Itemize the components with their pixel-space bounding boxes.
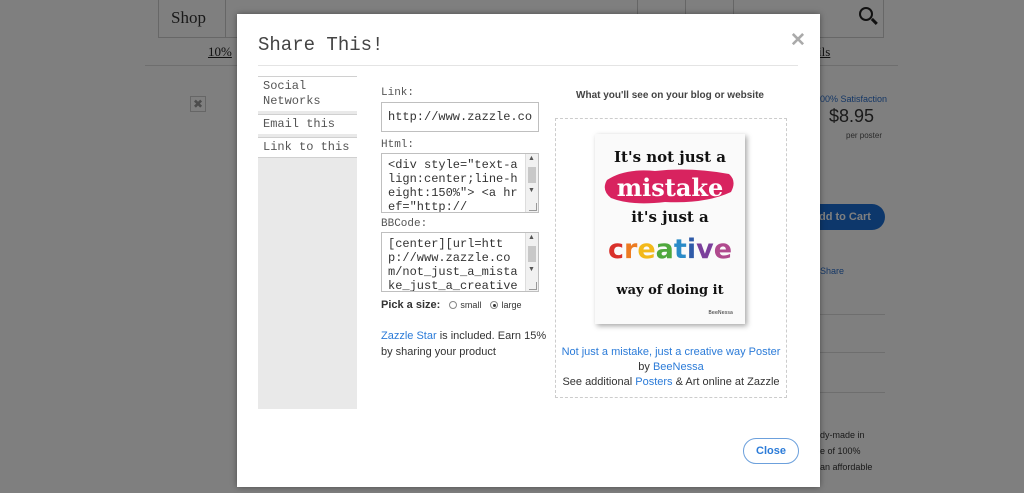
resize-handle-icon[interactable]: [529, 203, 537, 211]
size-small-label[interactable]: small: [460, 300, 481, 310]
html-code-field[interactable]: <div style="text-align:center;line-heigh…: [381, 153, 539, 213]
html-code-text: <div style="text-align:center;line-heigh…: [388, 158, 518, 213]
caption-tail: & Art online at Zazzle: [675, 376, 780, 388]
sidebar-item-link[interactable]: Link to this: [258, 137, 357, 158]
scroll-up-icon[interactable]: ▲: [528, 155, 535, 162]
poster-line-3: it's just a: [631, 208, 709, 226]
poster-signature: BeeNessa: [708, 310, 733, 316]
share-sidebar: Social Networks Email this Link to this: [258, 76, 357, 409]
size-large-label[interactable]: large: [501, 300, 521, 310]
bbcode-text: [center][url=http://www.zazzle.com/not_j…: [388, 237, 518, 292]
product-link[interactable]: Not just a mistake, just a creative way …: [562, 346, 781, 358]
size-label: Pick a size:: [381, 299, 441, 311]
size-large-radio[interactable]: [490, 301, 499, 309]
author-link[interactable]: BeeNessa: [653, 361, 704, 373]
poster-line-1: It's not just a: [614, 148, 726, 166]
preview-caption: Not just a mistake, just a creative way …: [556, 345, 786, 390]
sidebar-item-social-networks[interactable]: Social Networks: [258, 76, 357, 111]
creative-letter: e: [714, 234, 732, 265]
posters-link[interactable]: Posters: [635, 376, 672, 388]
zazzle-star-link[interactable]: Zazzle Star: [381, 330, 437, 342]
bbcode-label: BBCode:: [381, 218, 428, 230]
caption-by: by: [638, 361, 650, 373]
title-divider: [258, 65, 798, 66]
link-label: Link:: [381, 87, 415, 99]
scroll-up-icon[interactable]: ▲: [528, 234, 535, 241]
poster-line-4: creative: [608, 234, 732, 265]
html-label: Html:: [381, 139, 415, 151]
poster-line-5: way of doing it: [615, 283, 723, 298]
link-field[interactable]: [381, 102, 539, 132]
creative-letter: a: [656, 234, 674, 265]
creative-letter: t: [674, 234, 687, 265]
creative-letter: c: [608, 234, 624, 265]
preview-panel: It's not just a mistake it's just a crea…: [555, 118, 787, 398]
bbcode-field[interactable]: [center][url=http://www.zazzle.com/not_j…: [381, 232, 539, 292]
zazzle-star-note: Zazzle Star is included. Earn 15% by sha…: [381, 328, 551, 360]
size-picker: Pick a size: small large: [381, 299, 521, 311]
size-small-radio[interactable]: [449, 301, 458, 309]
scroll-thumb[interactable]: [528, 246, 536, 262]
poster-preview[interactable]: It's not just a mistake it's just a crea…: [563, 125, 777, 340]
close-button[interactable]: Close: [743, 438, 799, 464]
dialog-title: Share This!: [258, 34, 384, 56]
scroll-down-icon[interactable]: ▼: [528, 266, 535, 273]
share-dialog: Share This! ✕ Social Networks Email this…: [237, 14, 820, 487]
creative-letter: r: [624, 234, 638, 265]
poster-line-2: mistake: [617, 173, 724, 202]
creative-letter: i: [687, 234, 696, 265]
scroll-thumb[interactable]: [528, 167, 536, 183]
creative-letter: v: [696, 234, 714, 265]
close-icon[interactable]: ✕: [790, 29, 806, 52]
resize-handle-icon[interactable]: [529, 282, 537, 290]
scroll-down-icon[interactable]: ▼: [528, 187, 535, 194]
poster-image[interactable]: It's not just a mistake it's just a crea…: [595, 134, 745, 324]
caption-see: See additional: [562, 376, 633, 388]
creative-letter: e: [637, 234, 655, 265]
sidebar-item-email[interactable]: Email this: [258, 114, 357, 134]
preview-heading: What you'll see on your blog or website: [576, 90, 764, 101]
